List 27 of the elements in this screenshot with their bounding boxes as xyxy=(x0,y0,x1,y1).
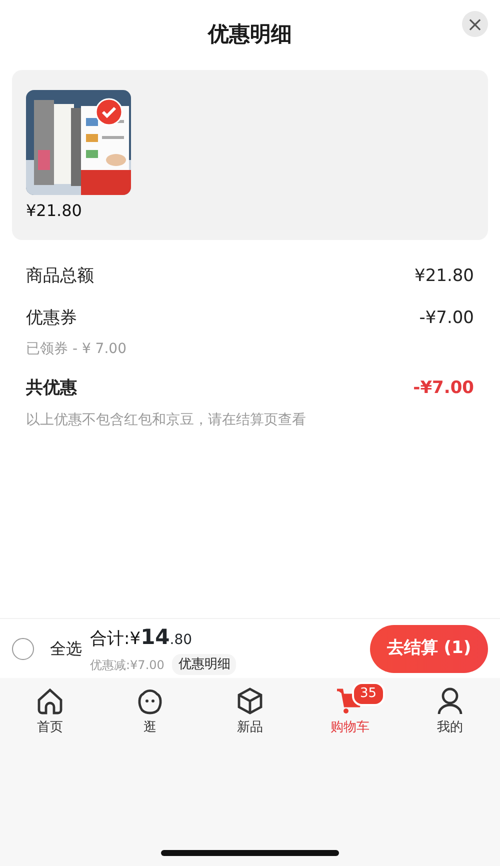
count-badge: 35 xyxy=(352,682,385,706)
detail-link[interactable]: 优惠明细 xyxy=(172,654,236,676)
box-icon xyxy=(235,686,265,716)
line-amount: -¥7.00 xyxy=(419,306,474,330)
checkout-button[interactable]: 去结算 (1) xyxy=(370,624,488,673)
close-button[interactable]: × xyxy=(462,11,488,37)
tab-item[interactable]: 逛 xyxy=(100,678,200,739)
line-amount: ¥21.80 xyxy=(414,265,474,288)
line-note: 已领券 - ¥ 7.00 xyxy=(26,340,128,359)
line-label: 共优惠 xyxy=(26,377,77,400)
tab-item[interactable]: 新品 xyxy=(200,678,300,739)
line-note: 以上优惠不包含红包和京豆，请在结算页查看 xyxy=(26,410,307,430)
line-label: 商品总额 xyxy=(26,265,94,288)
select-all-radio[interactable] xyxy=(12,638,34,660)
sheet-title: 优惠明细 xyxy=(208,21,292,48)
check-icon[interactable] xyxy=(95,98,123,126)
total-price: 合计:¥14.80 xyxy=(90,624,194,652)
tab-item[interactable]: 我的 xyxy=(400,678,500,739)
product-price: ¥21.80 xyxy=(26,200,83,222)
home-icon xyxy=(35,686,65,716)
select-all-label[interactable]: 全选 xyxy=(50,636,82,661)
line-label: 优惠券 xyxy=(26,306,77,330)
tab-item[interactable]: 购物车 35 xyxy=(300,678,400,739)
tab-item[interactable]: 首页 xyxy=(0,678,100,739)
person-icon xyxy=(435,686,465,716)
line-amount: -¥7.00 xyxy=(413,377,474,400)
discount-text: 优惠减:¥7.00 xyxy=(90,656,164,674)
